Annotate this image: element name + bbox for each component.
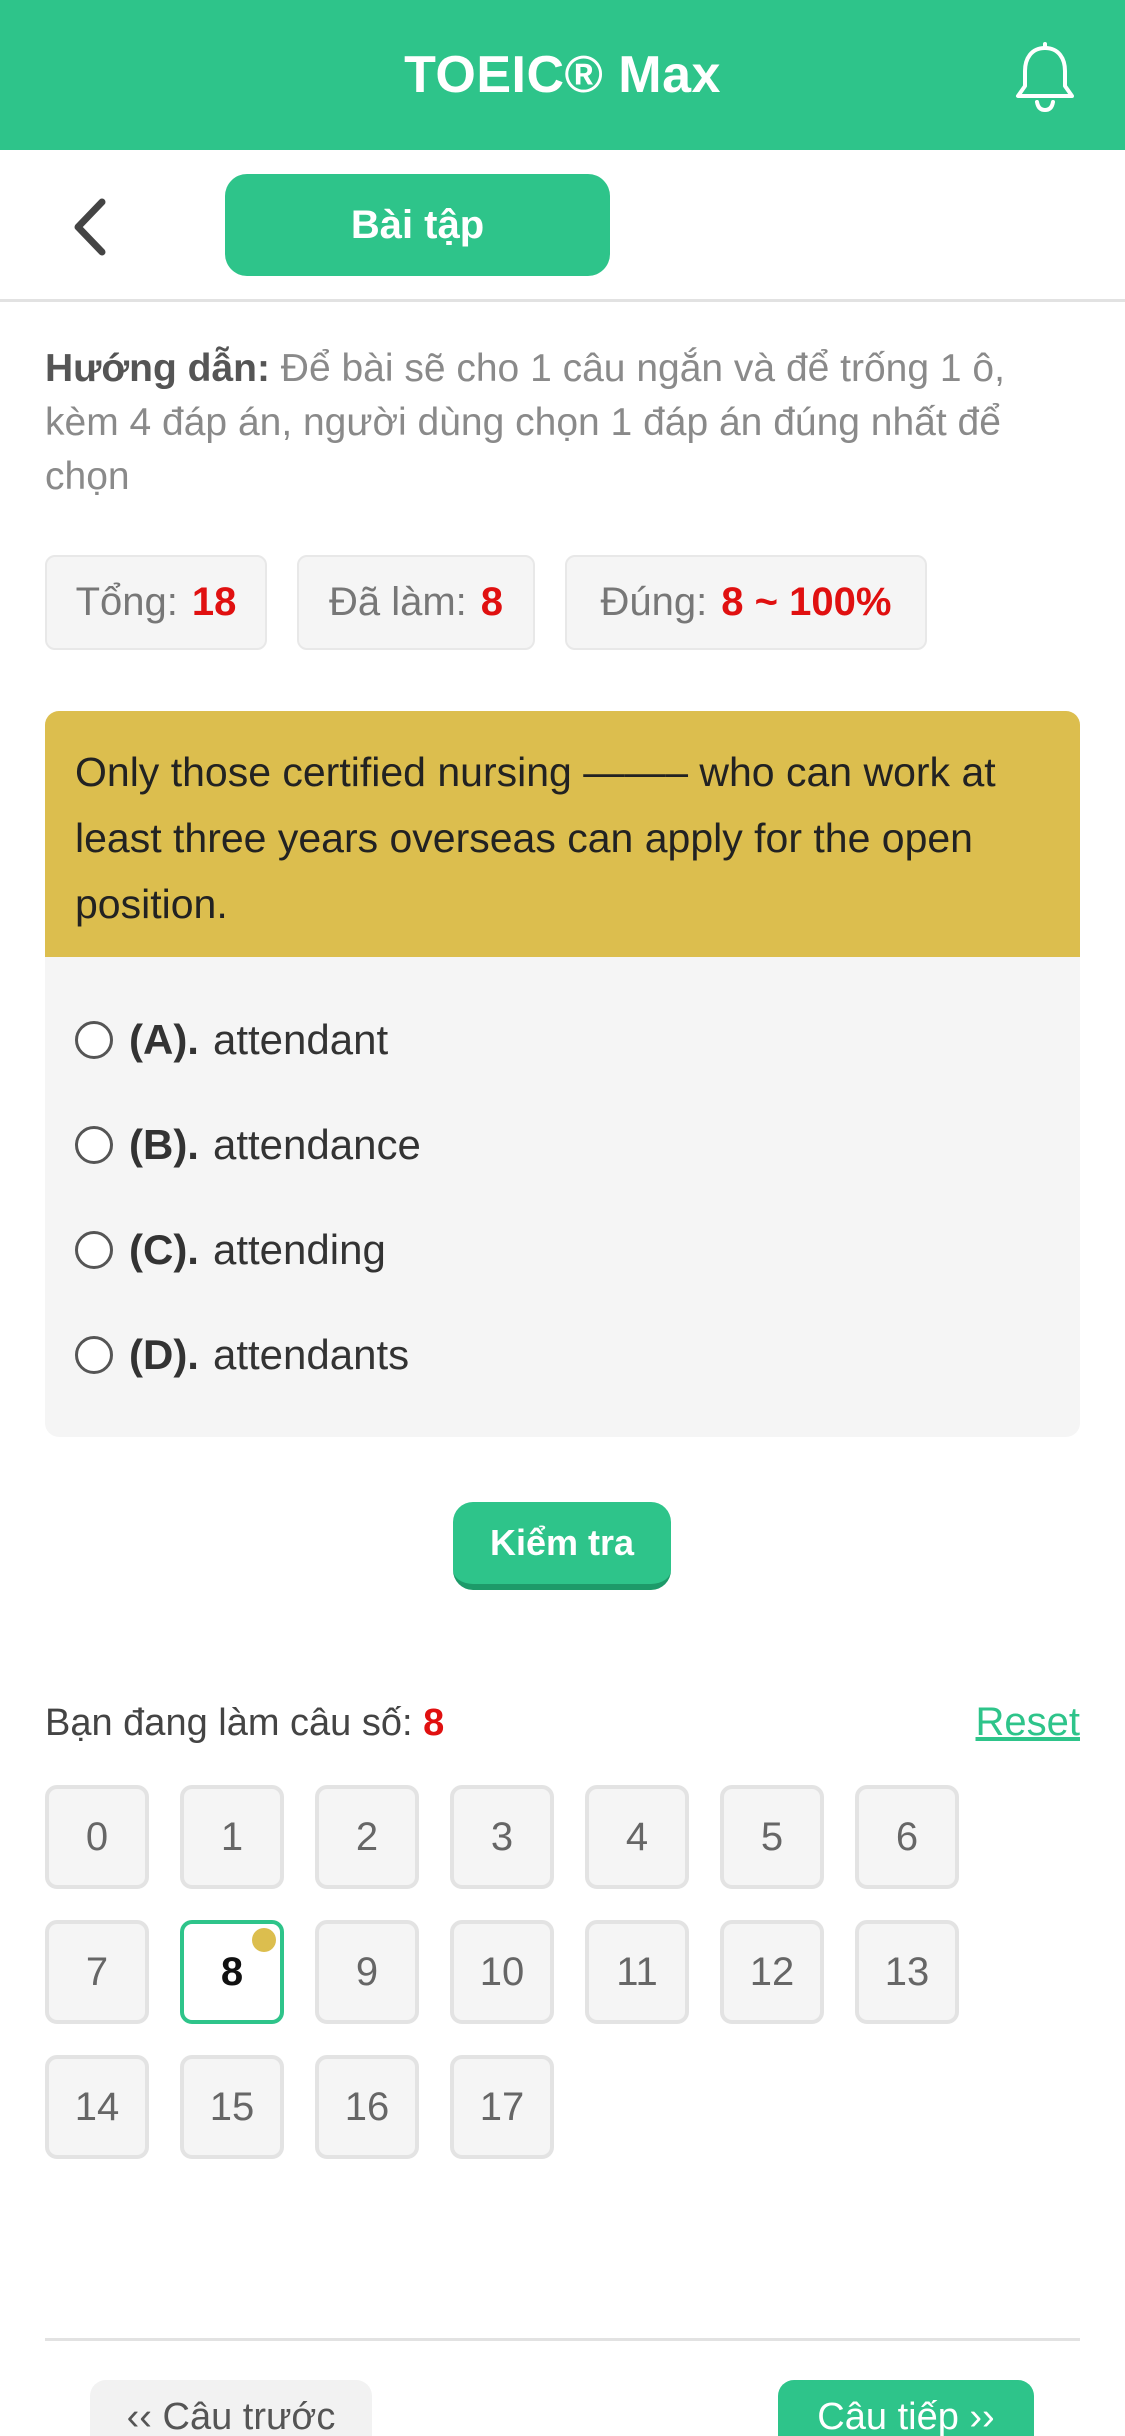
question-number-button[interactable]: 10 [450, 1920, 554, 2024]
current-question-number: 8 [423, 1702, 445, 1744]
radio-button[interactable] [75, 1231, 113, 1269]
question-number-button[interactable]: 6 [855, 1785, 959, 1889]
question-number: 8 [220, 1949, 244, 1994]
question-number-button[interactable]: 16 [315, 2055, 419, 2159]
page: TOEIC® Max Bài tập Hướng dẫn: Để bài sẽ … [0, 0, 1125, 2436]
question-number-button[interactable]: 2 [315, 1785, 419, 1889]
next-question-button[interactable]: Câu tiếp ›› [778, 2380, 1034, 2436]
option-a[interactable]: (A). attendant [75, 1005, 388, 1075]
question-number-button-active[interactable]: 8 [180, 1920, 284, 2024]
answer-options: (A). attendant (B). attendance (C). atte… [45, 957, 1080, 1437]
stat-done-value: 8 [480, 580, 504, 624]
question-number-button[interactable]: 1 [180, 1785, 284, 1889]
app-title: TOEIC® Max [404, 46, 721, 104]
question-number-button[interactable]: 0 [45, 1785, 149, 1889]
option-key: (C). [129, 1226, 199, 1273]
option-text: attendance [212, 1121, 421, 1168]
question-number-button[interactable]: 7 [45, 1920, 149, 2024]
current-question-label: Bạn đang làm câu số: 8 [45, 1702, 444, 1745]
radio-button[interactable] [75, 1126, 113, 1164]
sub-header: Bài tập [0, 150, 1125, 302]
question-number-button[interactable]: 11 [585, 1920, 689, 2024]
option-c[interactable]: (C). attending [75, 1215, 386, 1285]
current-indicator-dot [252, 1928, 276, 1952]
current-question-text: Bạn đang làm câu số: [45, 1702, 413, 1744]
option-key: (B). [129, 1121, 199, 1168]
option-text: attendants [212, 1331, 410, 1378]
question-text: Only those certified nursing ——– who can… [45, 711, 1080, 957]
question-number-button[interactable]: 12 [720, 1920, 824, 2024]
check-button[interactable]: Kiểm tra [453, 1502, 671, 1590]
question-number-button[interactable]: 5 [720, 1785, 824, 1889]
stat-total-label: Tổng: [75, 580, 178, 624]
chevron-left-icon[interactable] [60, 192, 120, 262]
stat-correct: Đúng: 8 ~ 100% [565, 555, 927, 650]
radio-button[interactable] [75, 1021, 113, 1059]
question-number-button[interactable]: 17 [450, 2055, 554, 2159]
question-grid: 0 1 2 3 4 5 6 7 8 9 10 11 12 13 14 15 16… [45, 1785, 1085, 2165]
instructions-lead: Hướng dẫn: [45, 347, 270, 390]
option-b[interactable]: (B). attendance [75, 1110, 421, 1180]
previous-question-button[interactable]: ‹‹ Câu trước [90, 2380, 372, 2436]
question-number-button[interactable]: 15 [180, 2055, 284, 2159]
divider [45, 2338, 1080, 2341]
stat-correct-label: Đúng: [600, 580, 708, 624]
option-d[interactable]: (D). attendants [75, 1320, 409, 1390]
question-number-button[interactable]: 14 [45, 2055, 149, 2159]
option-key: (A). [129, 1016, 199, 1063]
radio-button[interactable] [75, 1336, 113, 1374]
option-text: attending [212, 1226, 386, 1273]
stat-total: Tổng: 18 [45, 555, 267, 650]
tab-bai-tap[interactable]: Bài tập [225, 174, 610, 276]
stat-correct-value: 8 ~ 100% [721, 580, 892, 624]
instructions: Hướng dẫn: Để bài sẽ cho 1 câu ngắn và đ… [45, 342, 1085, 504]
stat-done: Đã làm: 8 [297, 555, 535, 650]
stat-total-value: 18 [191, 580, 237, 624]
question-number-button[interactable]: 13 [855, 1920, 959, 2024]
question-number-button[interactable]: 4 [585, 1785, 689, 1889]
reset-link[interactable]: Reset [976, 1700, 1081, 1745]
question-number-button[interactable]: 3 [450, 1785, 554, 1889]
option-text: attendant [212, 1016, 389, 1063]
app-header: TOEIC® Max [0, 0, 1125, 150]
bell-icon[interactable] [1005, 38, 1085, 118]
question-number-button[interactable]: 9 [315, 1920, 419, 2024]
option-key: (D). [129, 1331, 199, 1378]
stat-done-label: Đã làm: [328, 580, 467, 624]
